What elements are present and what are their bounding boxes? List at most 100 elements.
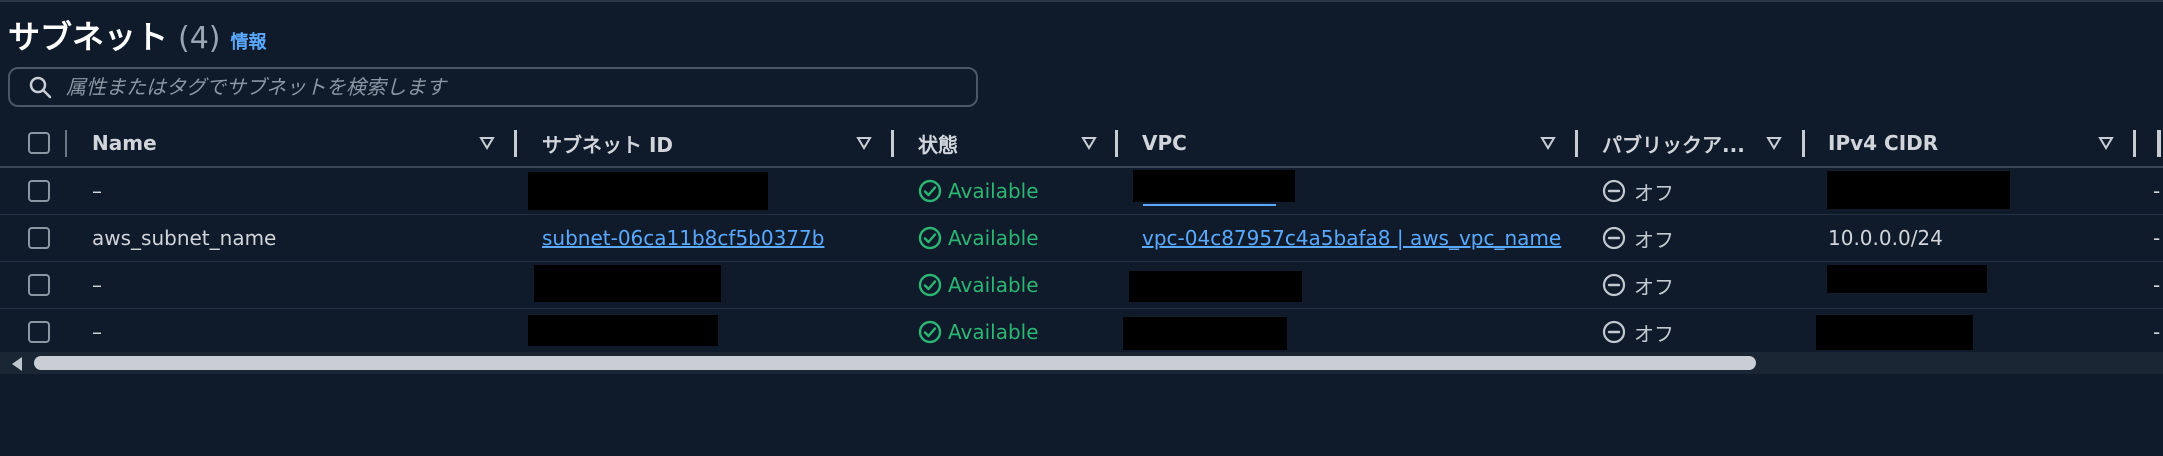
sort-icon[interactable] <box>1540 136 1556 150</box>
subnets-table: Name サブネット ID 状態 VPC パブリックア... IPv4 CIDR… <box>0 120 2163 356</box>
subnet-name: – <box>92 273 102 297</box>
column-header-vpc[interactable]: VPC <box>1142 120 1572 166</box>
column-resizer[interactable] <box>891 130 894 157</box>
cell-name: – <box>92 168 102 214</box>
column-resizer[interactable] <box>1802 130 1805 157</box>
ipv4-cidr-text: 10.0.0.0/24 <box>1828 226 1943 250</box>
column-resizer[interactable] <box>1115 130 1118 157</box>
row-checkbox[interactable] <box>28 274 50 296</box>
info-link[interactable]: 情報 <box>231 28 267 54</box>
redacted-block <box>1123 317 1287 350</box>
public-ip-text: オフ <box>1634 180 1674 205</box>
check-circle-icon <box>918 320 942 344</box>
status-text: Available <box>948 226 1039 250</box>
cell-state: Available <box>918 262 1039 308</box>
table-header-row: Name サブネット ID 状態 VPC パブリックア... IPv4 CIDR <box>0 120 2163 168</box>
column-resizer[interactable] <box>514 130 517 157</box>
horizontal-scrollbar[interactable] <box>0 352 2163 374</box>
column-resizer[interactable] <box>1575 130 1578 157</box>
cell-name: aws_subnet_name <box>92 215 276 261</box>
cell-extra: - <box>2153 168 2160 214</box>
sort-icon[interactable] <box>856 136 872 150</box>
column-header-label: VPC <box>1142 131 1187 155</box>
table-row[interactable]: aws_subnet_name subnet-06ca11b8cf5b0377b… <box>0 215 2163 262</box>
row-checkbox[interactable] <box>28 227 50 249</box>
cell-state: Available <box>918 215 1039 261</box>
status-text: Available <box>948 179 1039 203</box>
check-circle-icon <box>918 179 942 203</box>
row-select-cell <box>28 168 50 214</box>
subnet-name: – <box>92 179 102 203</box>
search-box[interactable] <box>8 67 978 107</box>
column-resizer[interactable] <box>2133 130 2136 157</box>
column-header-public-ip[interactable]: パブリックア... <box>1602 120 1792 166</box>
top-divider <box>0 0 2163 2</box>
cell-public-ip: オフ <box>1602 168 1674 214</box>
table-row[interactable]: – Available オフ - <box>0 262 2163 309</box>
extra-text: - <box>2153 320 2161 344</box>
scrollbar-thumb[interactable] <box>34 356 1756 370</box>
column-header-subnet-id[interactable]: サブネット ID <box>542 120 872 166</box>
public-ip-status: オフ <box>1602 318 1674 347</box>
public-ip-status: オフ <box>1602 271 1674 300</box>
minus-circle-icon <box>1602 226 1626 250</box>
public-ip-status: オフ <box>1602 224 1674 253</box>
column-header-name[interactable]: Name <box>92 120 495 166</box>
public-ip-status: オフ <box>1602 177 1674 206</box>
row-select-cell <box>28 309 50 355</box>
redacted-block <box>528 315 718 346</box>
subnet-id-link[interactable]: subnet-06ca11b8cf5b0377b <box>542 226 824 250</box>
column-header-ipv4-cidr[interactable]: IPv4 CIDR <box>1828 120 2128 166</box>
cell-public-ip: オフ <box>1602 309 1674 355</box>
vpc-link[interactable]: vpc-04c87957c4a5bafa8 | aws_vpc_name <box>1142 226 1561 250</box>
redacted-block <box>1827 265 1987 293</box>
public-ip-text: オフ <box>1634 321 1674 346</box>
subnet-name: – <box>92 320 102 344</box>
column-header-label: IPv4 CIDR <box>1828 131 1939 155</box>
next-column-edge <box>2157 130 2161 157</box>
extra-text: - <box>2153 179 2161 203</box>
cell-vpc[interactable]: vpc-04c87957c4a5bafa8 | aws_vpc_name <box>1142 215 1561 261</box>
redacted-block <box>1133 170 1295 202</box>
status-badge: Available <box>918 273 1039 297</box>
sort-icon[interactable] <box>1766 136 1782 150</box>
sort-icon[interactable] <box>2098 136 2114 150</box>
row-checkbox[interactable] <box>28 321 50 343</box>
cell-state: Available <box>918 168 1039 214</box>
status-badge: Available <box>918 179 1039 203</box>
cell-subnet-id[interactable]: subnet-06ca11b8cf5b0377b <box>542 215 824 261</box>
column-header-label: Name <box>92 131 157 155</box>
sort-icon[interactable] <box>1081 136 1097 150</box>
minus-circle-icon <box>1602 179 1626 203</box>
select-all-checkbox[interactable] <box>28 132 50 154</box>
sort-icon[interactable] <box>479 136 495 150</box>
link-underline-remnant <box>1143 204 1276 206</box>
cell-extra: - <box>2153 309 2160 355</box>
table-row[interactable]: – Available オフ - <box>0 168 2163 215</box>
row-select-cell <box>28 215 50 261</box>
redacted-block <box>528 172 768 210</box>
scroll-left-arrow-icon[interactable] <box>12 357 22 371</box>
redacted-block <box>534 265 721 302</box>
subnet-name: aws_subnet_name <box>92 226 277 250</box>
cell-name: – <box>92 309 102 355</box>
cell-name: – <box>92 262 102 308</box>
public-ip-text: オフ <box>1634 227 1674 252</box>
public-ip-text: オフ <box>1634 274 1674 299</box>
row-checkbox[interactable] <box>28 180 50 202</box>
search-icon <box>29 76 52 99</box>
status-badge: Available <box>918 320 1039 344</box>
redacted-block <box>1827 171 2010 209</box>
cell-extra: - <box>2153 215 2160 261</box>
subnet-count: (4) <box>178 21 221 56</box>
redacted-block <box>1816 315 1973 350</box>
column-header-label: サブネット ID <box>542 132 674 157</box>
check-circle-icon <box>918 273 942 297</box>
column-header-label: パブリックア... <box>1602 132 1745 157</box>
table-row[interactable]: – Available オフ - <box>0 309 2163 356</box>
column-header-state[interactable]: 状態 <box>918 120 1108 166</box>
cell-state: Available <box>918 309 1039 355</box>
cell-public-ip: オフ <box>1602 262 1674 308</box>
minus-circle-icon <box>1602 320 1626 344</box>
search-input[interactable] <box>64 68 976 106</box>
